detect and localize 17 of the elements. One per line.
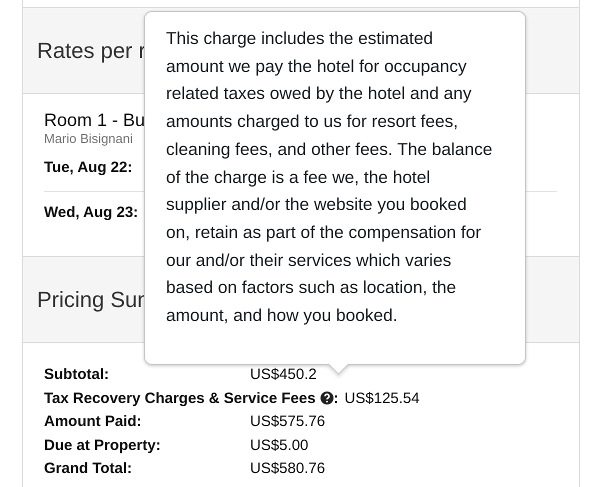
summary-label: : <box>334 388 339 408</box>
summary-value: US$450.2 <box>250 365 317 385</box>
tooltip-text: This charge includes the estimated amount we pay the hotel for occupancy related taxes owed by the hotel and any amounts charged to us for resort fees, cleaning fees, and other fees. The balance of the charge is a fee we, the hotel supplier and/or the website you booked on, retain as part of the compensation for our and/or their services which varies based on factors such as location, the amount, and how you booked. <box>166 27 494 328</box>
summary-value: US$575.76 <box>250 412 326 432</box>
night-date: Wed, Aug 23: <box>44 204 138 221</box>
summary-label: Due at Property: <box>44 436 161 456</box>
summary-label: Subtotal: <box>44 365 109 385</box>
summary-label: Grand Total: <box>44 459 132 479</box>
summary-value: US$125.54 <box>344 388 420 408</box>
summary-value: US$580.76 <box>250 459 326 479</box>
guest-name: Mario Bisignani <box>44 131 133 147</box>
room-name: Room 1 - Bu <box>44 109 146 131</box>
night-date: Tue, Aug 22: <box>44 159 132 176</box>
help-icon[interactable] <box>320 391 334 406</box>
summary-value: US$5.00 <box>250 436 308 456</box>
summary-label: Tax Recovery Charges & Service Fees <box>44 388 316 408</box>
summary-label: Amount Paid: <box>44 412 142 432</box>
